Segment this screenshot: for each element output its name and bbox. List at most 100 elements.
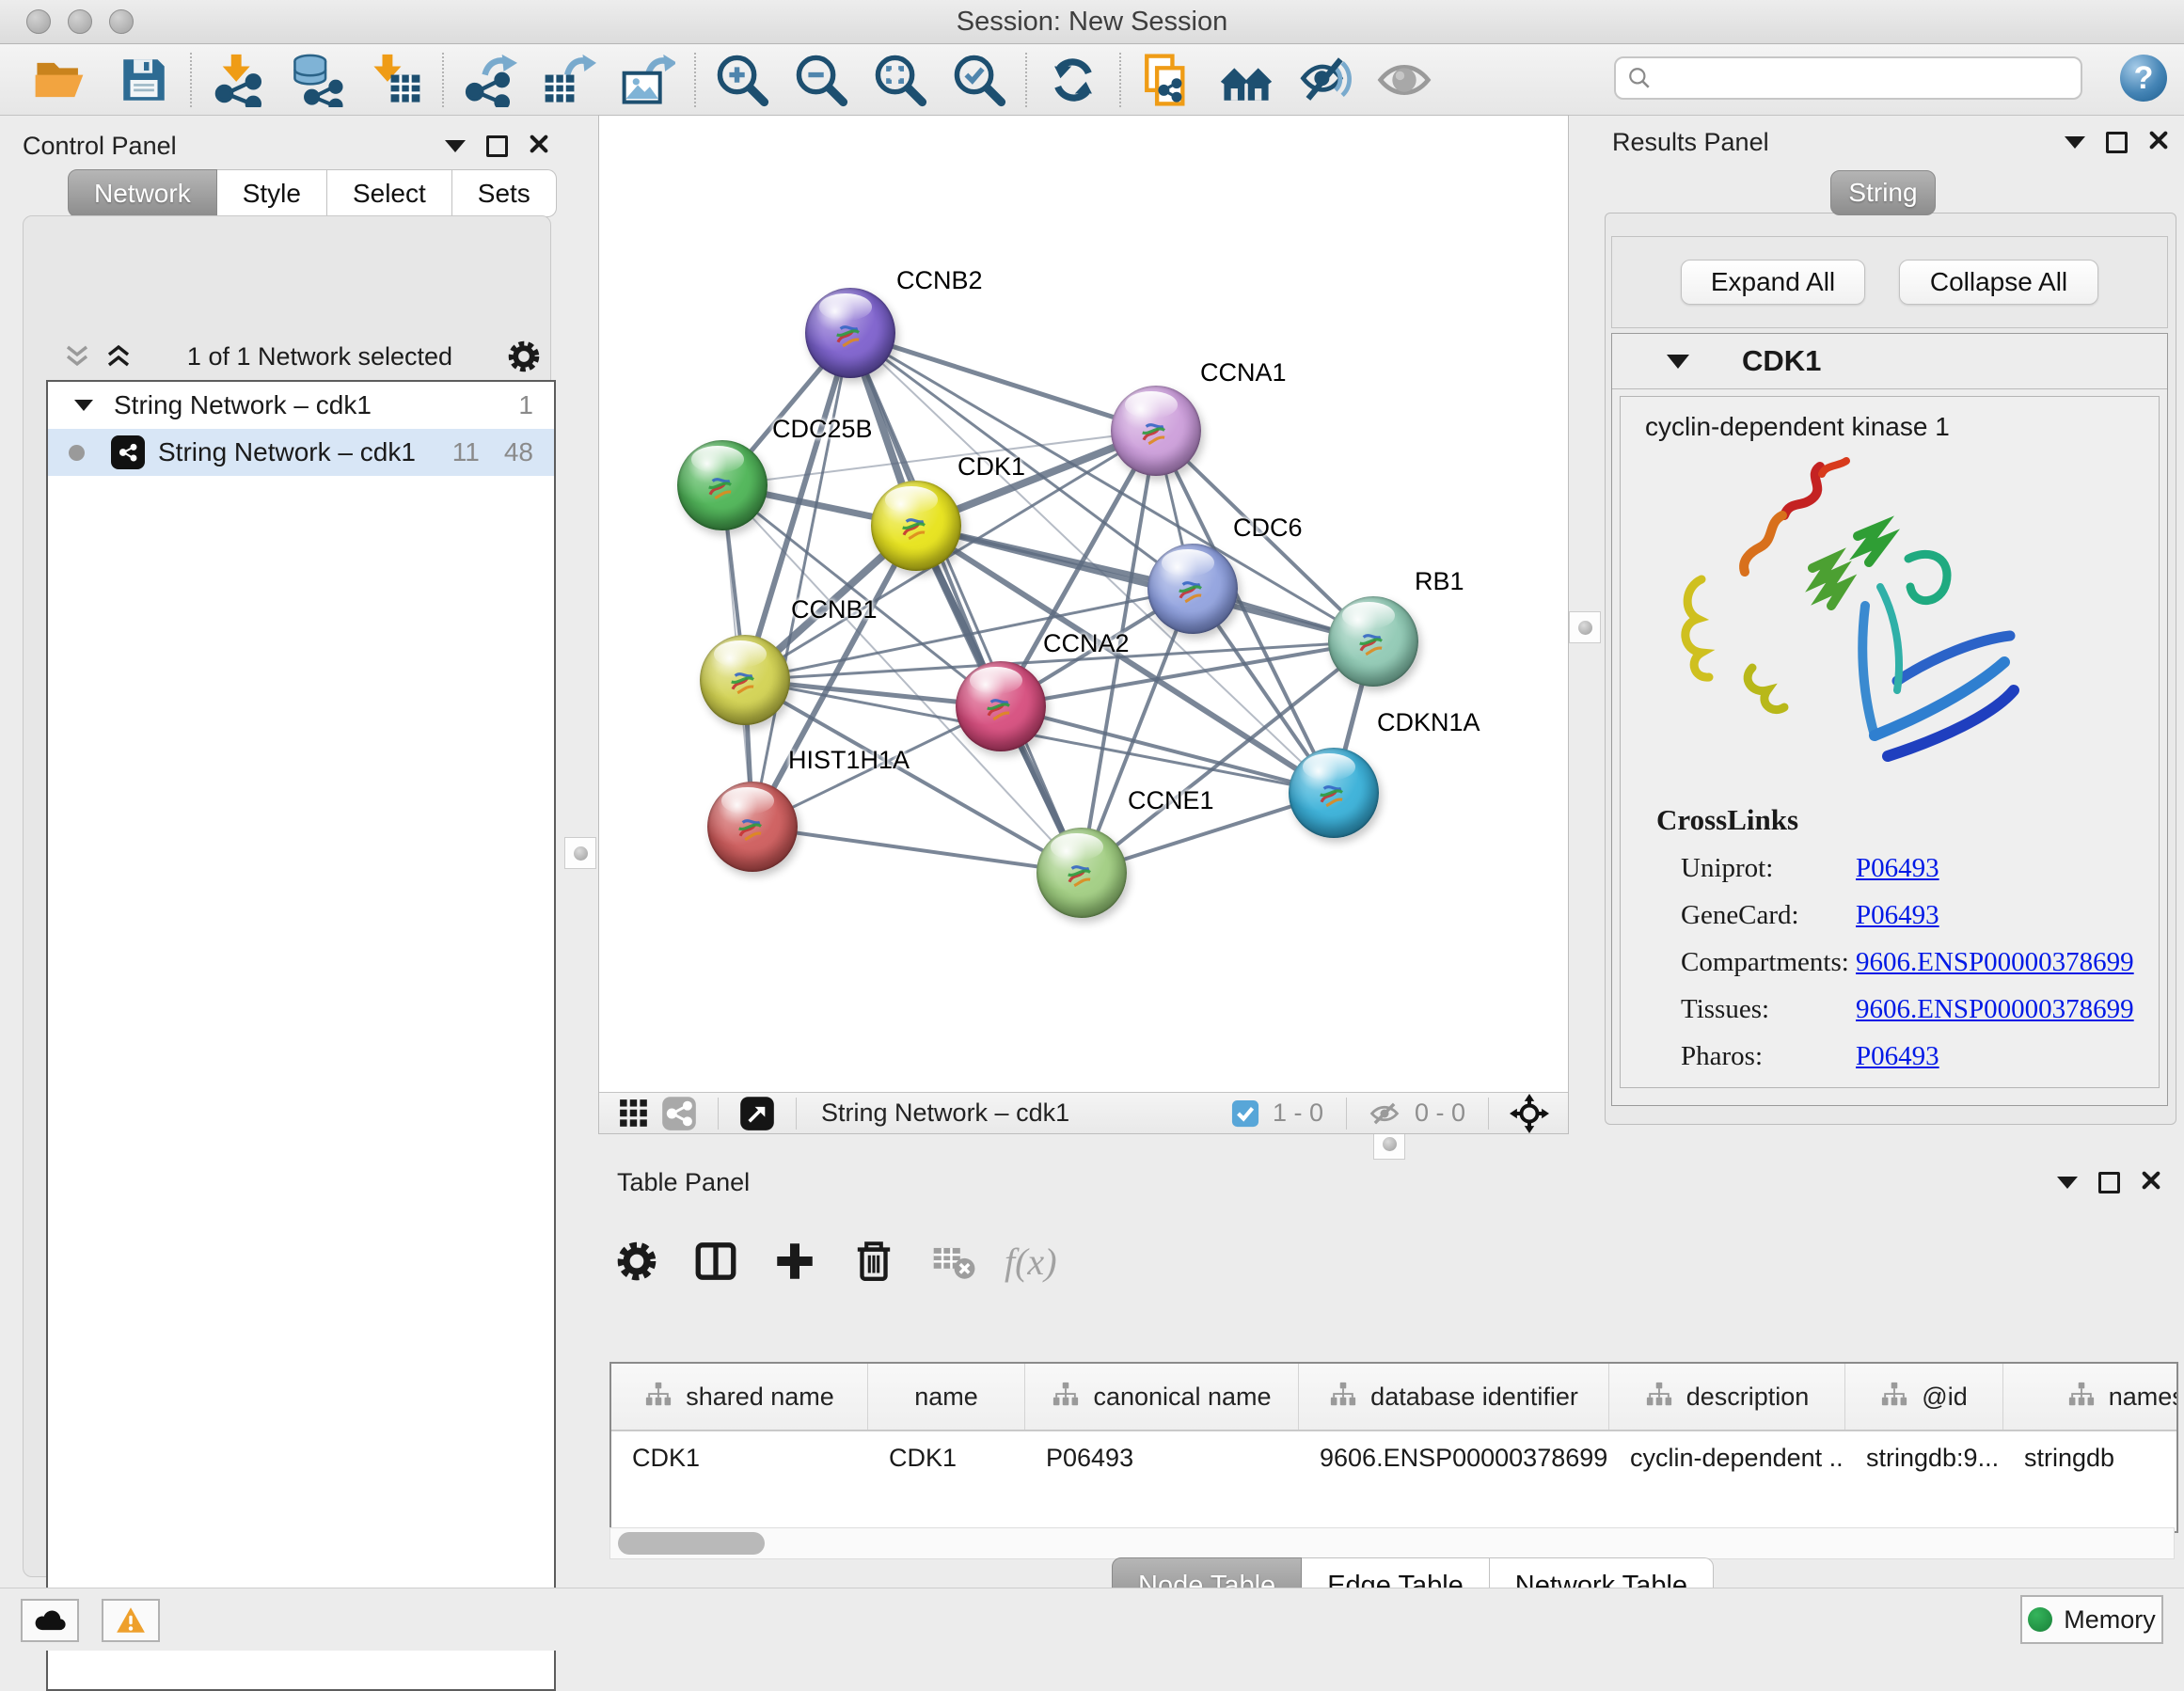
export-network-icon[interactable] xyxy=(459,49,521,111)
float-panel-icon[interactable] xyxy=(2106,132,2128,153)
search-input[interactable] xyxy=(1652,63,2081,94)
network-node-cdk1[interactable] xyxy=(871,481,961,571)
string-import-icon[interactable] xyxy=(1136,49,1198,111)
float-panel-icon[interactable] xyxy=(486,135,508,157)
column-header-database-identifier[interactable]: database identifier xyxy=(1299,1364,1609,1430)
zoom-out-icon[interactable] xyxy=(790,49,852,111)
fit-selected-crosshair-icon[interactable] xyxy=(1510,1094,1549,1133)
column-header-canonical-name[interactable]: canonical name xyxy=(1025,1364,1299,1430)
column-header-description[interactable]: description xyxy=(1609,1364,1845,1430)
table-cell[interactable]: cyclin-dependent ... xyxy=(1609,1431,1845,1484)
network-node-rb1[interactable] xyxy=(1328,596,1418,687)
memory-button[interactable]: Memory xyxy=(2020,1595,2163,1644)
left-splitter-handle[interactable] xyxy=(564,837,596,869)
column-header-name[interactable]: name xyxy=(868,1364,1025,1430)
network-node-cdc6[interactable] xyxy=(1147,544,1238,634)
network-node-ccnb1[interactable] xyxy=(700,635,790,725)
show-eye-icon[interactable] xyxy=(1373,49,1435,111)
network-node-cdc25b[interactable] xyxy=(677,440,768,530)
table-row[interactable]: CDK1CDK1P064939606.ENSP00000378699cyclin… xyxy=(611,1431,2178,1484)
right-splitter-handle[interactable] xyxy=(1569,611,1601,643)
export-table-icon[interactable] xyxy=(538,49,600,111)
help-icon[interactable]: ? xyxy=(2120,55,2167,102)
import-network-database-icon[interactable] xyxy=(286,49,348,111)
crosslink-compartments-[interactable]: 9606.ENSP00000378699 xyxy=(1856,947,2134,978)
tab-style[interactable]: Style xyxy=(217,169,327,217)
search-field[interactable] xyxy=(1614,56,2082,100)
scrollbar-thumb[interactable] xyxy=(618,1532,765,1555)
zoom-selected-icon[interactable] xyxy=(948,49,1010,111)
delete-column-trash-icon[interactable] xyxy=(847,1234,901,1288)
import-network-file-icon[interactable] xyxy=(207,49,269,111)
crosslink-uniprot-[interactable]: P06493 xyxy=(1856,853,1939,884)
crosslink-genecard-[interactable]: P06493 xyxy=(1856,900,1939,931)
crosslink-tissues-[interactable]: 9606.ENSP00000378699 xyxy=(1856,994,2134,1025)
network-edge[interactable] xyxy=(850,333,1156,431)
selected-checkbox-icon[interactable] xyxy=(1231,1099,1259,1128)
create-column-icon[interactable] xyxy=(768,1234,822,1288)
table-options-gear-icon[interactable] xyxy=(609,1234,664,1288)
table-cell[interactable]: P06493 xyxy=(1025,1431,1299,1484)
delete-table-icon[interactable] xyxy=(926,1234,980,1288)
table-cell[interactable]: 9606.ENSP00000378699 xyxy=(1299,1431,1609,1484)
network-edge[interactable] xyxy=(916,526,1373,641)
export-image-icon[interactable] xyxy=(617,49,679,111)
string-home-icon[interactable] xyxy=(1215,49,1277,111)
network-node-ccna2[interactable] xyxy=(956,661,1046,751)
collapse-panel-icon[interactable] xyxy=(2065,136,2085,149)
table-horizontal-scrollbar[interactable] xyxy=(609,1527,2175,1559)
show-grid-icon[interactable] xyxy=(618,1098,650,1130)
function-builder-icon[interactable]: f(x) xyxy=(1005,1240,1057,1284)
column-header-namespace[interactable]: namespace xyxy=(2003,1364,2178,1430)
network-node-hist1h1a[interactable] xyxy=(707,782,798,872)
table-cell[interactable]: CDK1 xyxy=(868,1431,1025,1484)
open-session-icon[interactable] xyxy=(28,49,90,111)
network-collection-row[interactable]: String Network – cdk1 1 xyxy=(48,382,554,429)
gene-section-header[interactable]: CDK1 xyxy=(1612,334,2167,389)
network-canvas[interactable]: CCNB2CCNA1CDC25BCDK1CDC6RB1CCNB1CCNA2CDK… xyxy=(599,116,1568,1094)
expand-all-networks-icon[interactable] xyxy=(103,342,135,371)
network-node-ccnb2[interactable] xyxy=(805,288,895,378)
column-header--id[interactable]: @id xyxy=(1845,1364,2003,1430)
network-row-selected[interactable]: String Network – cdk1 11 48 xyxy=(48,429,554,476)
table-cell[interactable]: stringdb xyxy=(2003,1431,2178,1484)
hidden-eye-icon[interactable] xyxy=(1368,1097,1401,1130)
crosslink-pharos-[interactable]: P06493 xyxy=(1856,1041,1939,1072)
network-node-cdkn1a[interactable] xyxy=(1289,748,1379,838)
table-cell[interactable]: stringdb:9... xyxy=(1845,1431,2003,1484)
tab-select[interactable]: Select xyxy=(327,169,452,217)
network-edge[interactable] xyxy=(752,827,1082,873)
hide-glass-effects-icon[interactable] xyxy=(1294,49,1356,111)
network-edge[interactable] xyxy=(850,333,1082,873)
tab-string[interactable]: String xyxy=(1830,170,1936,215)
cloud-button[interactable] xyxy=(21,1599,79,1642)
close-panel-icon[interactable] xyxy=(529,134,549,159)
column-header-shared-name[interactable]: shared name xyxy=(611,1364,868,1430)
warnings-button[interactable] xyxy=(102,1599,160,1642)
tab-sets[interactable]: Sets xyxy=(452,169,557,217)
gene-collapse-icon[interactable] xyxy=(1667,355,1689,369)
network-node-ccna1[interactable] xyxy=(1111,386,1201,476)
right-splitter[interactable] xyxy=(1569,115,1599,1127)
float-panel-icon[interactable] xyxy=(2098,1172,2120,1193)
network-options-gear-icon[interactable] xyxy=(505,338,543,375)
collapse-panel-icon[interactable] xyxy=(2057,1177,2078,1189)
collapse-all-networks-icon[interactable] xyxy=(61,342,93,371)
import-table-file-icon[interactable] xyxy=(365,49,427,111)
tab-network[interactable]: Network xyxy=(68,169,217,217)
show-columns-icon[interactable] xyxy=(688,1234,743,1288)
refresh-icon[interactable] xyxy=(1042,49,1104,111)
birds-eye-view-icon[interactable] xyxy=(739,1096,775,1131)
close-panel-icon[interactable] xyxy=(2141,1170,2161,1195)
collection-expand-icon[interactable] xyxy=(74,400,93,411)
zoom-fit-icon[interactable] xyxy=(869,49,931,111)
close-panel-icon[interactable] xyxy=(2148,130,2169,155)
expand-all-button[interactable]: Expand All xyxy=(1681,260,1865,305)
table-cell[interactable]: CDK1 xyxy=(611,1431,868,1484)
collapse-panel-icon[interactable] xyxy=(445,140,466,152)
save-session-icon[interactable] xyxy=(113,49,175,111)
network-share-icon[interactable] xyxy=(661,1096,697,1131)
network-node-ccne1[interactable] xyxy=(1037,828,1127,918)
zoom-in-icon[interactable] xyxy=(711,49,773,111)
collapse-all-button[interactable]: Collapse All xyxy=(1899,260,2098,305)
